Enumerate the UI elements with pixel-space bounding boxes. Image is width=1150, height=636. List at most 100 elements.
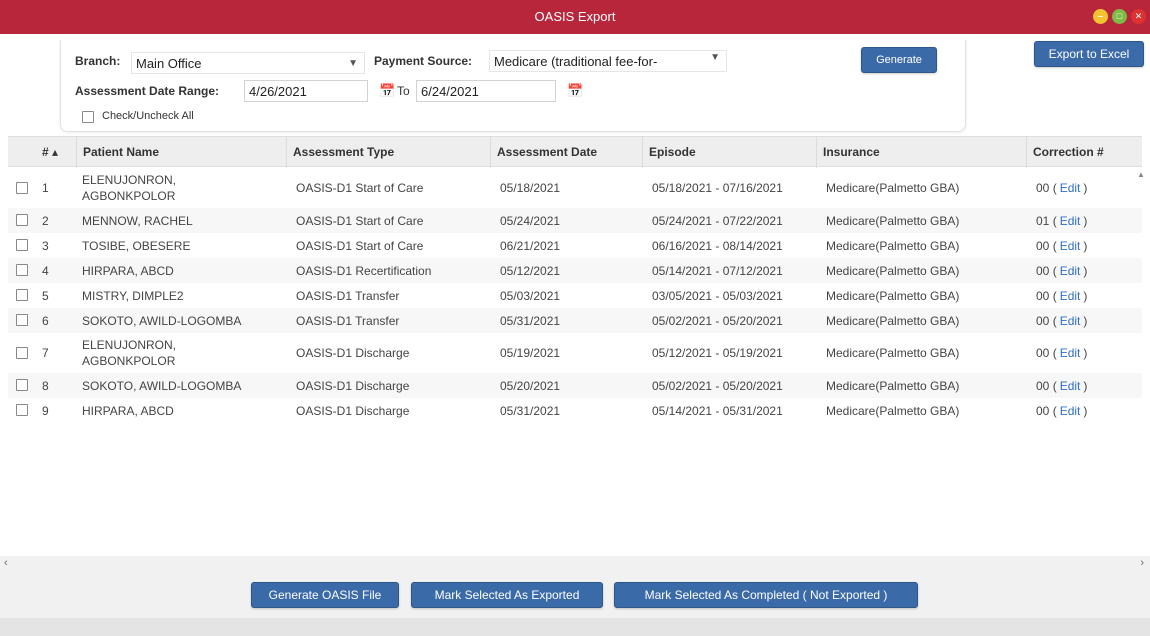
check-all-checkbox[interactable] xyxy=(82,111,94,123)
edit-link[interactable]: Edit xyxy=(1060,213,1081,229)
edit-link[interactable]: Edit xyxy=(1060,180,1081,196)
row-checkbox[interactable] xyxy=(16,289,28,301)
column-header-episode[interactable]: Episode xyxy=(642,137,816,168)
row-checkbox[interactable] xyxy=(16,239,28,251)
edit-link[interactable]: Edit xyxy=(1060,263,1081,279)
table-row[interactable]: 4 HIRPARA, ABCD OASIS-D1 Recertification… xyxy=(8,258,1142,283)
row-number: 1 xyxy=(42,181,49,195)
column-header-assessment-date[interactable]: Assessment Date xyxy=(490,137,642,168)
edit-link[interactable]: Edit xyxy=(1060,288,1081,304)
assessment-date: 05/24/2021 xyxy=(500,213,561,228)
column-header-assessment-type[interactable]: Assessment Type xyxy=(286,137,490,168)
row-checkbox[interactable] xyxy=(16,264,28,276)
column-header-insurance[interactable]: Insurance xyxy=(816,137,1026,168)
table-row[interactable]: 3 TOSIBE, OBESERE OASIS-D1 Start of Care… xyxy=(8,233,1142,258)
correction-cell: 00 (Edit) xyxy=(1036,403,1088,419)
window-title: OASIS Export xyxy=(534,9,616,24)
scroll-right-icon[interactable]: › xyxy=(1140,557,1144,569)
correction-cell: 01 (Edit) xyxy=(1036,213,1088,229)
row-checkbox[interactable] xyxy=(16,404,28,416)
row-number: 5 xyxy=(42,288,49,303)
mark-exported-button[interactable]: Mark Selected As Exported xyxy=(411,582,603,608)
insurance: Medicare(Palmetto GBA) xyxy=(826,313,960,328)
insurance: Medicare(Palmetto GBA) xyxy=(826,288,960,303)
edit-link[interactable]: Edit xyxy=(1060,378,1081,394)
export-to-excel-button[interactable]: Export to Excel xyxy=(1034,41,1144,67)
mark-completed-button[interactable]: Mark Selected As Completed ( Not Exporte… xyxy=(614,582,918,608)
status-strip xyxy=(0,618,1150,636)
column-header-correction[interactable]: Correction # xyxy=(1026,137,1142,168)
table-row[interactable]: 2 MENNOW, RACHEL OASIS-D1 Start of Care … xyxy=(8,208,1142,233)
assessment-type: OASIS-D1 Start of Care xyxy=(296,238,424,253)
edit-link[interactable]: Edit xyxy=(1060,403,1081,419)
correction-cell: 00 (Edit) xyxy=(1036,180,1088,196)
row-checkbox[interactable] xyxy=(16,214,28,226)
insurance: Medicare(Palmetto GBA) xyxy=(826,403,960,418)
assessment-type: OASIS-D1 Start of Care xyxy=(296,213,424,228)
episode: 05/02/2021 - 05/20/2021 xyxy=(652,378,783,393)
generate-oasis-file-button[interactable]: Generate OASIS File xyxy=(251,582,399,608)
date-to-input[interactable]: 6/24/2021 xyxy=(416,80,556,102)
table-row[interactable]: 6 SOKOTO, AWILD-LOGOMBA OASIS-D1 Transfe… xyxy=(8,308,1142,333)
assessment-grid: # ▴ Patient Name Assessment Type Assessm… xyxy=(8,136,1142,556)
correction-number: 00 xyxy=(1036,378,1050,393)
scroll-left-icon[interactable]: ‹ xyxy=(4,557,8,569)
assessment-type: OASIS-D1 Start of Care xyxy=(296,181,424,195)
correction-number: 00 xyxy=(1036,263,1050,278)
episode: 05/14/2021 - 07/12/2021 xyxy=(652,263,783,278)
maximize-icon[interactable]: □ xyxy=(1112,9,1127,24)
edit-link[interactable]: Edit xyxy=(1060,313,1081,329)
horizontal-scrollbar[interactable]: ‹ › xyxy=(0,556,1150,572)
patient-name: HIRPARA, ABCD xyxy=(82,403,174,418)
date-from-input[interactable]: 4/26/2021 xyxy=(244,80,368,102)
row-checkbox[interactable] xyxy=(16,314,28,326)
insurance: Medicare(Palmetto GBA) xyxy=(826,378,960,393)
table-row[interactable]: 7 ELENUJONRON, AGBONKPOLOR OASIS-D1 Disc… xyxy=(8,333,1142,373)
episode: 06/16/2021 - 08/14/2021 xyxy=(652,238,783,253)
patient-name: TOSIBE, OBESERE xyxy=(82,238,191,253)
edit-link[interactable]: Edit xyxy=(1060,345,1081,361)
edit-link[interactable]: Edit xyxy=(1060,238,1081,254)
patient-name: MENNOW, RACHEL xyxy=(82,213,193,228)
table-row[interactable]: 9 HIRPARA, ABCD OASIS-D1 Discharge 05/31… xyxy=(8,398,1142,423)
correction-number: 00 xyxy=(1036,288,1050,303)
assessment-date: 06/21/2021 xyxy=(500,238,561,253)
scroll-up-icon[interactable]: ▲ xyxy=(1137,170,1145,179)
row-checkbox[interactable] xyxy=(16,347,28,359)
payment-source-value: Medicare (traditional fee-for- xyxy=(494,54,658,69)
date-range-label: Assessment Date Range: xyxy=(75,84,220,98)
row-checkbox[interactable] xyxy=(16,379,28,391)
insurance: Medicare(Palmetto GBA) xyxy=(826,238,960,253)
row-number: 7 xyxy=(42,346,49,360)
correction-cell: 00 (Edit) xyxy=(1036,378,1088,394)
row-checkbox[interactable] xyxy=(16,182,28,194)
correction-number: 00 xyxy=(1036,181,1050,195)
table-row[interactable]: 1 ELENUJONRON, AGBONKPOLOR OASIS-D1 Star… xyxy=(8,168,1142,208)
column-header-number[interactable]: # ▴ xyxy=(36,137,66,168)
column-header-patient-name[interactable]: Patient Name xyxy=(76,137,286,168)
correction-cell: 00 (Edit) xyxy=(1036,313,1088,329)
assessment-type: OASIS-D1 Transfer xyxy=(296,313,400,328)
to-label: To xyxy=(397,84,410,98)
table-row[interactable]: 8 SOKOTO, AWILD-LOGOMBA OASIS-D1 Dischar… xyxy=(8,373,1142,398)
assessment-date: 05/20/2021 xyxy=(500,378,561,393)
row-number: 6 xyxy=(42,313,49,328)
patient-name: HIRPARA, ABCD xyxy=(82,263,174,278)
title-bar: OASIS Export – □ ✕ xyxy=(0,0,1150,34)
calendar-icon[interactable]: 📅 xyxy=(567,83,583,99)
minimize-icon[interactable]: – xyxy=(1093,9,1108,24)
calendar-icon[interactable]: 📅 xyxy=(379,83,395,99)
chevron-down-icon: ▼ xyxy=(348,58,358,69)
table-row[interactable]: 5 MISTRY, DIMPLE2 OASIS-D1 Transfer 05/0… xyxy=(8,283,1142,308)
patient-name: SOKOTO, AWILD-LOGOMBA xyxy=(82,378,242,393)
insurance: Medicare(Palmetto GBA) xyxy=(826,213,960,228)
close-icon[interactable]: ✕ xyxy=(1131,9,1146,24)
assessment-date: 05/31/2021 xyxy=(500,313,561,328)
episode: 05/14/2021 - 05/31/2021 xyxy=(652,403,783,418)
action-footer: Generate OASIS File Mark Selected As Exp… xyxy=(0,572,1150,636)
generate-button[interactable]: Generate xyxy=(861,47,937,73)
branch-select[interactable]: Main Office ▼ xyxy=(131,52,365,74)
patient-name: ELENUJONRON, AGBONKPOLOR xyxy=(82,338,177,368)
payment-source-select[interactable]: Medicare (traditional fee-for- ▼ xyxy=(489,50,727,72)
episode: 05/18/2021 - 07/16/2021 xyxy=(652,181,783,195)
